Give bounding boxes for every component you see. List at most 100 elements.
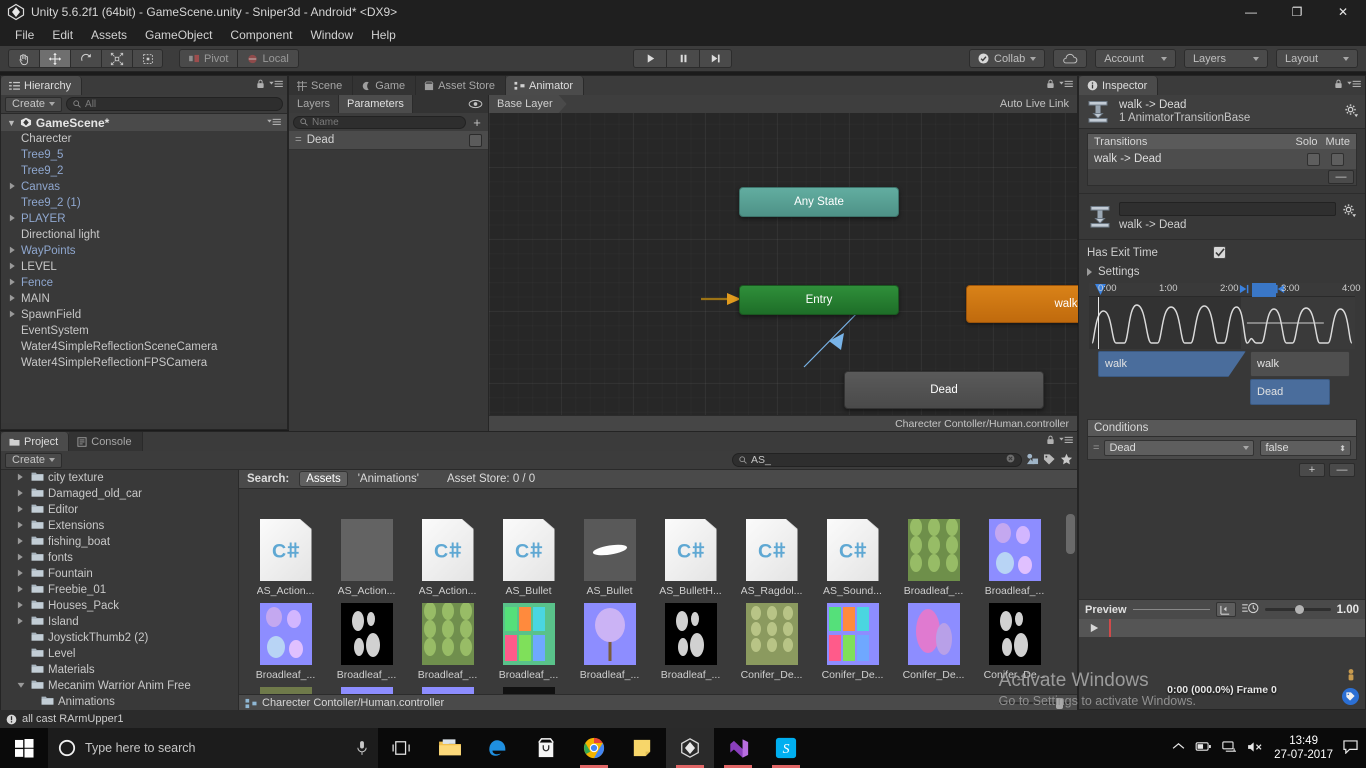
- solo-checkbox[interactable]: [1307, 152, 1320, 166]
- hand-tool-button[interactable]: [8, 49, 39, 68]
- scrollbar-thumb[interactable]: [1066, 514, 1075, 554]
- avatar-toggle-icon[interactable]: [1343, 668, 1359, 684]
- transition-timeline[interactable]: 0:00 1:00 2:00 3:00 4:00 walk walk Dead: [1089, 283, 1361, 407]
- hierarchy-item[interactable]: Tree9_2 (1): [1, 195, 287, 211]
- hierarchy-scene-root[interactable]: ▼ GameScene*: [1, 114, 287, 131]
- rotate-tool-button[interactable]: [70, 49, 101, 68]
- battery-icon[interactable]: [1195, 741, 1212, 755]
- transition-list-row[interactable]: walk -> Dead: [1087, 149, 1357, 169]
- project-search-input[interactable]: AS_: [732, 453, 1022, 467]
- asset-item[interactable]: Conifer_De...: [893, 603, 974, 681]
- auto-live-link-label[interactable]: Auto Live Link: [1000, 98, 1069, 110]
- chevron-down-icon[interactable]: [17, 680, 27, 692]
- taskbar-search-box[interactable]: Type here to search: [48, 728, 378, 768]
- menu-edit[interactable]: Edit: [43, 26, 82, 44]
- store-icon[interactable]: [522, 728, 570, 768]
- show-hidden-icons-icon[interactable]: [1172, 742, 1185, 754]
- scope-assets-button[interactable]: Assets: [299, 471, 348, 487]
- project-tree-item[interactable]: Mecanim Warrior Anim Free: [1, 678, 238, 694]
- chevron-right-icon[interactable]: [17, 488, 27, 500]
- hierarchy-item[interactable]: LEVEL: [1, 259, 287, 275]
- hierarchy-item[interactable]: Tree9_5: [1, 147, 287, 163]
- preview-stage[interactable]: 0:00 (000.0%) Frame 0: [1079, 637, 1365, 709]
- hierarchy-item[interactable]: Charecter: [1, 131, 287, 147]
- layer-visibility-icon[interactable]: [462, 95, 488, 113]
- asset-item[interactable]: C AS_BulletH...: [650, 519, 731, 597]
- slider-knob[interactable]: [1056, 697, 1063, 709]
- project-tree-item[interactable]: JoystickThumb2 (2): [1, 630, 238, 646]
- hierarchy-item[interactable]: Tree9_2: [1, 163, 287, 179]
- chevron-right-icon[interactable]: [9, 293, 20, 305]
- asset-item[interactable]: Broadleaf_...: [488, 603, 569, 681]
- maximize-button[interactable]: ❐: [1274, 0, 1320, 24]
- project-tree-item[interactable]: Materials: [1, 662, 238, 678]
- parameter-bool-checkbox[interactable]: [469, 133, 482, 147]
- menu-file[interactable]: File: [6, 26, 43, 44]
- asset-item[interactable]: Broadleaf_...: [650, 603, 731, 681]
- condition-value-dropdown[interactable]: false ⬍: [1260, 440, 1351, 456]
- thumbnail-zoom-slider[interactable]: [999, 697, 1071, 709]
- start-button[interactable]: [0, 728, 48, 768]
- condition-parameter-dropdown[interactable]: Dead: [1104, 440, 1255, 456]
- chevron-right-icon[interactable]: [9, 245, 20, 257]
- asset-item[interactable]: Broadleaf_...: [974, 519, 1055, 597]
- hierarchy-item[interactable]: MAIN: [1, 291, 287, 307]
- asset-item[interactable]: C AS_Bullet: [488, 519, 569, 597]
- hierarchy-item[interactable]: Water4SimpleReflectionFPSCamera: [1, 355, 287, 371]
- breadcrumb-base-layer[interactable]: Base Layer: [489, 95, 567, 113]
- play-button[interactable]: [633, 49, 666, 68]
- state-node-dead[interactable]: Dead: [844, 371, 1044, 409]
- asset-item[interactable]: Broadleaf_...: [893, 519, 974, 597]
- account-button[interactable]: Account: [1095, 49, 1176, 68]
- asset-item[interactable]: Broadleaf_...: [569, 603, 650, 681]
- hierarchy-search-input[interactable]: All: [66, 97, 283, 111]
- panel-menu-icon[interactable]: [1347, 79, 1361, 89]
- filter-by-label-icon[interactable]: [1043, 453, 1056, 468]
- project-tree-item[interactable]: Animations: [1, 694, 238, 710]
- project-tree-item[interactable]: Houses_Pack: [1, 598, 238, 614]
- animator-state-graph[interactable]: Base Layer Auto Live Link Any State Entr…: [489, 95, 1166, 431]
- add-condition-button[interactable]: +: [1299, 463, 1325, 477]
- action-center-icon[interactable]: [1343, 739, 1358, 757]
- menu-assets[interactable]: Assets: [82, 26, 136, 44]
- asset-item[interactable]: C AS_Sound...: [812, 519, 893, 597]
- asset-item[interactable]: Broadleaf_...: [245, 603, 326, 681]
- asset-store-count-label[interactable]: Asset Store: 0 / 0: [447, 473, 535, 485]
- asset-item[interactable]: Conifer_De...: [812, 603, 893, 681]
- tab-hierarchy[interactable]: Hierarchy: [1, 76, 83, 95]
- asset-item[interactable]: Broadleaf_...: [326, 603, 407, 681]
- hierarchy-item[interactable]: Canvas: [1, 179, 287, 195]
- project-tree-item[interactable]: Editor: [1, 502, 238, 518]
- hierarchy-item[interactable]: EventSystem: [1, 323, 287, 339]
- gear-icon[interactable]: [1342, 203, 1357, 221]
- project-tree-item[interactable]: Damaged_old_car: [1, 486, 238, 502]
- layers-button[interactable]: Layers: [1183, 49, 1268, 68]
- chevron-right-icon[interactable]: [17, 520, 27, 532]
- tab-parameters[interactable]: Parameters: [339, 95, 413, 113]
- transition-start-marker[interactable]: [1239, 284, 1250, 295]
- lock-icon[interactable]: [1046, 435, 1055, 445]
- project-folder-tree[interactable]: city texture Damaged_old_car Editor Extensi…: [1, 470, 239, 711]
- panel-menu-icon[interactable]: [1059, 435, 1073, 445]
- layout-button[interactable]: Layout: [1275, 49, 1358, 68]
- asset-item[interactable]: C AS_Action...: [245, 519, 326, 597]
- preview-play-button[interactable]: [1079, 619, 1109, 637]
- mute-checkbox[interactable]: [1331, 152, 1344, 166]
- menu-component[interactable]: Component: [221, 26, 301, 44]
- parameter-search-input[interactable]: Name: [293, 115, 466, 129]
- chevron-right-icon[interactable]: [17, 536, 27, 548]
- minimize-button[interactable]: —: [1228, 0, 1274, 24]
- menu-help[interactable]: Help: [362, 26, 405, 44]
- edge-icon[interactable]: [474, 728, 522, 768]
- skype-icon[interactable]: S: [762, 728, 810, 768]
- rect-tool-button[interactable]: [132, 49, 163, 68]
- state-node-entry[interactable]: Entry: [739, 285, 899, 315]
- project-tree-item[interactable]: fishing_boat: [1, 534, 238, 550]
- parameter-drag-handle[interactable]: =: [295, 134, 302, 146]
- transition-name-input[interactable]: [1119, 202, 1336, 216]
- close-button[interactable]: ✕: [1320, 0, 1366, 24]
- tab-console[interactable]: Console: [69, 432, 143, 451]
- chevron-right-icon[interactable]: [9, 277, 20, 289]
- asset-item[interactable]: Broadleaf_...: [407, 603, 488, 681]
- project-tree-item[interactable]: Fountain: [1, 566, 238, 582]
